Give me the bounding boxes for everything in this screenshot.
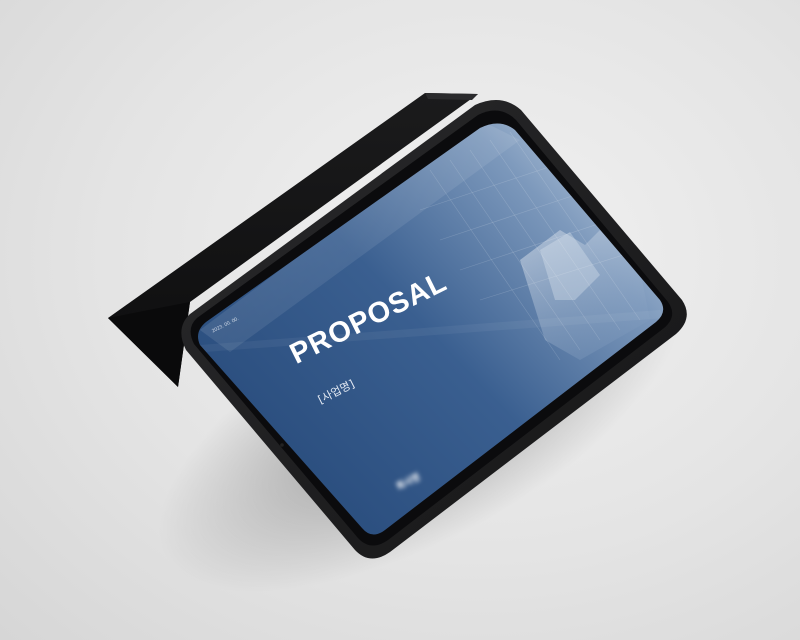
product-mockup-scene: 2023. 00. 00. PROPOSAL [사업명] 회사명	[0, 0, 800, 640]
smart-cover-edge	[425, 93, 478, 100]
front-camera	[280, 443, 284, 447]
